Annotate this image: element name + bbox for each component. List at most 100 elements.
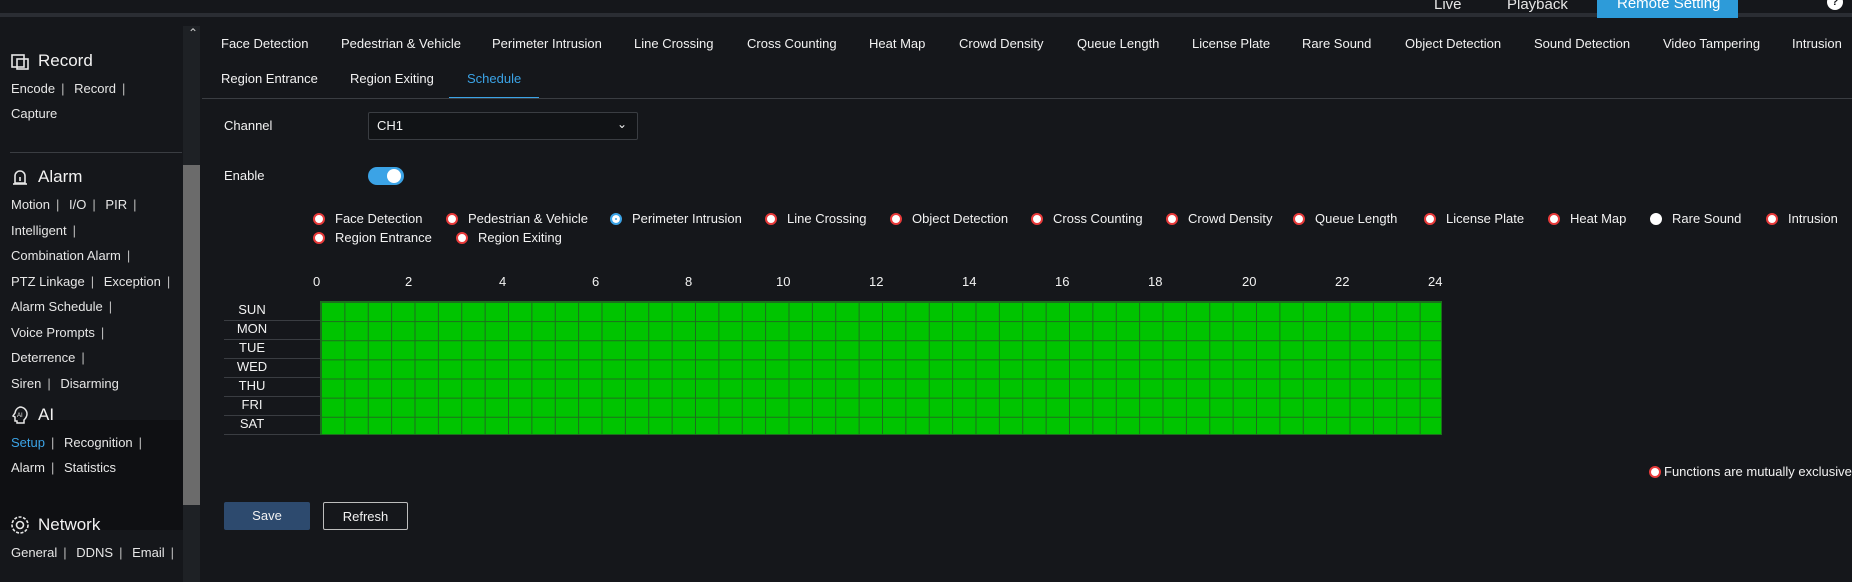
network-icon bbox=[11, 516, 29, 534]
hour-label: 24 bbox=[1428, 274, 1443, 289]
link-voice-prompts[interactable]: Voice Prompts bbox=[11, 325, 95, 340]
radio-label: Face Detection bbox=[335, 211, 423, 226]
tab-pedestrian-vehicle[interactable]: Pedestrian & Vehicle bbox=[341, 36, 461, 51]
network-header[interactable]: Network bbox=[0, 510, 183, 540]
radio-label: Region Exiting bbox=[478, 230, 562, 245]
link-record[interactable]: Record bbox=[74, 81, 116, 96]
radio-label: Queue Length bbox=[1315, 211, 1398, 226]
tab-crowd-density[interactable]: Crowd Density bbox=[959, 36, 1044, 51]
scroll-up-icon[interactable]: ⌃ bbox=[188, 26, 198, 40]
link-general[interactable]: General bbox=[11, 545, 57, 560]
link-recognition[interactable]: Recognition bbox=[64, 435, 133, 450]
link-intelligent[interactable]: Intelligent bbox=[11, 223, 67, 238]
day-label: THU bbox=[238, 378, 266, 393]
top-band bbox=[0, 13, 1852, 17]
link-alarm-schedule[interactable]: Alarm Schedule bbox=[11, 299, 103, 314]
day-label: TUE bbox=[239, 340, 265, 355]
day-divider bbox=[224, 377, 320, 378]
record-icon bbox=[11, 54, 29, 70]
main-panel: Face Detection Pedestrian & Vehicle Peri… bbox=[202, 26, 1852, 582]
radio-crowd-density[interactable]: Crowd Density bbox=[1166, 211, 1273, 226]
tab-region-exiting[interactable]: Region Exiting bbox=[350, 71, 434, 86]
alarm-header[interactable]: Alarm bbox=[0, 162, 183, 192]
radio-label: Crowd Density bbox=[1188, 211, 1273, 226]
tab-queue-length[interactable]: Queue Length bbox=[1077, 36, 1159, 51]
link-ddns[interactable]: DDNS bbox=[76, 545, 113, 560]
save-button[interactable]: Save bbox=[224, 502, 310, 530]
legend-text: Functions are mutually exclusive bbox=[1664, 464, 1852, 479]
refresh-button[interactable]: Refresh bbox=[323, 502, 408, 530]
channel-select[interactable]: CH1 ⌄ bbox=[368, 112, 638, 140]
schedule-grid[interactable] bbox=[320, 301, 1442, 435]
radio-rare-sound[interactable]: Rare Sound bbox=[1650, 211, 1741, 226]
radio-line-crossing[interactable]: Line Crossing bbox=[765, 211, 867, 226]
radio-dot-disabled bbox=[1650, 212, 1662, 225]
link-io[interactable]: I/O bbox=[69, 197, 86, 212]
radio-object-detection[interactable]: Object Detection bbox=[890, 211, 1008, 226]
radio-dot bbox=[1166, 212, 1178, 225]
ai-header[interactable]: AI AI bbox=[0, 400, 183, 430]
nav-live[interactable]: Live bbox=[1434, 0, 1462, 13]
tab-intrusion[interactable]: Intrusion bbox=[1792, 36, 1842, 51]
radio-pedestrian-vehicle[interactable]: Pedestrian & Vehicle bbox=[446, 211, 588, 226]
tab-region-entrance[interactable]: Region Entrance bbox=[221, 71, 318, 86]
link-capture[interactable]: Capture bbox=[11, 106, 57, 121]
tabs-divider bbox=[202, 98, 1852, 99]
enable-toggle[interactable] bbox=[368, 167, 404, 185]
link-email[interactable]: Email bbox=[132, 545, 165, 560]
tab-video-tampering[interactable]: Video Tampering bbox=[1663, 36, 1760, 51]
link-setup[interactable]: Setup bbox=[11, 435, 45, 450]
link-encode[interactable]: Encode bbox=[11, 81, 55, 96]
tab-cross-counting[interactable]: Cross Counting bbox=[747, 36, 837, 51]
help-icon[interactable]: ? bbox=[1827, 0, 1843, 10]
network-title: Network bbox=[38, 515, 101, 534]
hour-label: 20 bbox=[1242, 274, 1257, 289]
tab-perimeter-intrusion[interactable]: Perimeter Intrusion bbox=[492, 36, 602, 51]
hour-label: 18 bbox=[1148, 274, 1163, 289]
radio-dot bbox=[890, 212, 902, 225]
day-divider bbox=[224, 339, 320, 340]
tab-line-crossing[interactable]: Line Crossing bbox=[634, 36, 714, 51]
link-combination-alarm[interactable]: Combination Alarm bbox=[11, 248, 121, 263]
tab-schedule[interactable]: Schedule bbox=[467, 71, 521, 86]
radio-intrusion[interactable]: Intrusion bbox=[1766, 211, 1838, 226]
link-motion[interactable]: Motion bbox=[11, 197, 50, 212]
legend-dot bbox=[1649, 465, 1661, 478]
link-exception[interactable]: Exception bbox=[104, 274, 161, 289]
day-label: SUN bbox=[238, 302, 266, 317]
record-header[interactable]: Record bbox=[0, 46, 183, 76]
radio-label: Object Detection bbox=[912, 211, 1009, 226]
day-label: MON bbox=[236, 321, 268, 336]
radio-cross-counting[interactable]: Cross Counting bbox=[1031, 211, 1143, 226]
tab-heat-map[interactable]: Heat Map bbox=[869, 36, 925, 51]
radio-region-entrance[interactable]: Region Entrance bbox=[313, 230, 432, 245]
radio-face-detection[interactable]: Face Detection bbox=[313, 211, 422, 226]
radio-license-plate[interactable]: License Plate bbox=[1424, 211, 1524, 226]
radio-region-exiting[interactable]: Region Exiting bbox=[456, 230, 562, 245]
enable-label: Enable bbox=[224, 168, 265, 183]
day-divider bbox=[224, 320, 320, 321]
radio-label: Heat Map bbox=[1570, 211, 1627, 226]
radio-label: Pedestrian & Vehicle bbox=[468, 211, 588, 226]
link-pir[interactable]: PIR bbox=[105, 197, 127, 212]
radio-perimeter-intrusion[interactable]: Perimeter Intrusion bbox=[610, 211, 742, 226]
link-ai-alarm[interactable]: Alarm bbox=[11, 460, 45, 475]
link-disarming[interactable]: Disarming bbox=[60, 376, 119, 391]
radio-label: Perimeter Intrusion bbox=[632, 211, 742, 226]
nav-playback[interactable]: Playback bbox=[1507, 0, 1568, 13]
tab-face-detection[interactable]: Face Detection bbox=[221, 36, 308, 51]
radio-heat-map[interactable]: Heat Map bbox=[1548, 211, 1626, 226]
sidebar-scroll-thumb[interactable] bbox=[183, 165, 200, 505]
alarm-icon bbox=[13, 170, 27, 185]
link-deterrence[interactable]: Deterrence bbox=[11, 350, 75, 365]
tab-rare-sound[interactable]: Rare Sound bbox=[1302, 36, 1371, 51]
tab-license-plate[interactable]: License Plate bbox=[1192, 36, 1270, 51]
link-statistics[interactable]: Statistics bbox=[64, 460, 116, 475]
tab-sound-detection[interactable]: Sound Detection bbox=[1534, 36, 1630, 51]
link-siren[interactable]: Siren bbox=[11, 376, 41, 391]
link-ptz-linkage[interactable]: PTZ Linkage bbox=[11, 274, 85, 289]
tab-object-detection[interactable]: Object Detection bbox=[1405, 36, 1501, 51]
radio-queue-length[interactable]: Queue Length bbox=[1293, 211, 1397, 226]
day-label: SAT bbox=[239, 416, 265, 431]
nav-remote-setting[interactable]: Remote Setting bbox=[1597, 0, 1738, 18]
